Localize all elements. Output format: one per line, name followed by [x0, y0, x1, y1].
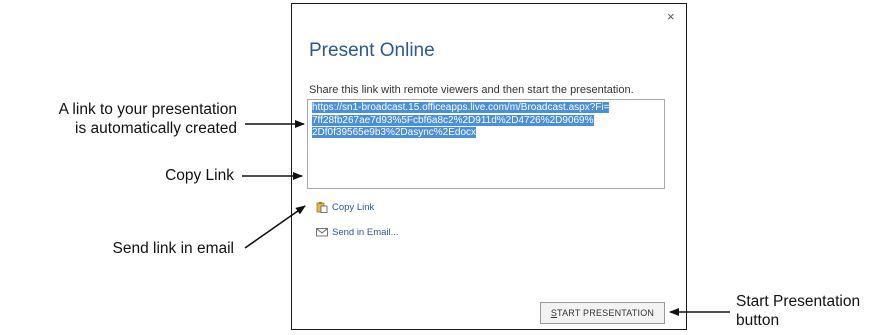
arrow-to-send-email [244, 205, 306, 249]
callout-arrows [242, 120, 730, 316]
